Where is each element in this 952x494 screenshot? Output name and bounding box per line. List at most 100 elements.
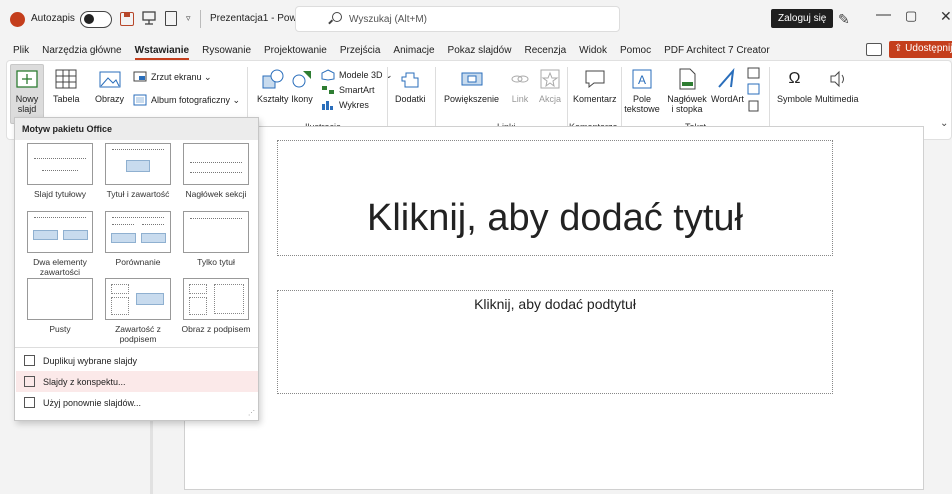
symbols-button[interactable]: Ω Symbole: [777, 67, 812, 104]
zoom-button[interactable]: Powiększenie: [444, 67, 499, 104]
menu-divider: [15, 347, 258, 348]
close-icon[interactable]: ✕: [940, 8, 952, 25]
comment-button[interactable]: Komentarz: [573, 67, 617, 104]
tab-design[interactable]: Projektowanie: [264, 45, 327, 56]
chart-label: Wykres: [339, 100, 369, 110]
restore-icon[interactable]: ▢: [905, 8, 917, 24]
menu-item-reuse-slides[interactable]: Użyj ponownie slajdów...: [16, 392, 258, 413]
tab-transitions[interactable]: Przejścia: [340, 45, 381, 56]
layout-title-slide[interactable]: Slajd tytułowy: [20, 143, 100, 199]
photo-album-button[interactable]: Album fotograficzny ⌄: [133, 94, 240, 106]
tab-draw[interactable]: Rysowanie: [202, 45, 251, 56]
shapes-button[interactable]: Kształty: [257, 67, 289, 104]
tab-review[interactable]: Recenzja: [524, 45, 566, 56]
tab-home[interactable]: Narzędzia główne: [42, 45, 122, 56]
divider: [200, 10, 201, 28]
wordart-label: WordArt: [711, 94, 744, 104]
share-button[interactable]: ⇪ Udostępnij: [889, 41, 952, 58]
layout-thumbnail: [105, 278, 171, 320]
layout-two-content[interactable]: Dwa elementy zawartości: [20, 211, 100, 277]
comments-icon[interactable]: [866, 43, 882, 56]
zoom-icon: [459, 67, 485, 91]
wordart-button[interactable]: WordArt: [711, 67, 744, 104]
layout-section-header[interactable]: Nagłówek sekcji: [176, 143, 256, 199]
chart-icon: [321, 99, 335, 111]
tab-help[interactable]: Pomoc: [620, 45, 651, 56]
header-footer-icon: [674, 67, 700, 91]
new-file-icon[interactable]: [165, 11, 177, 26]
subtitle-placeholder[interactable]: Kliknij, aby dodać podtytuł: [277, 290, 833, 394]
action-button[interactable]: Akcja: [537, 67, 563, 104]
textbox-button[interactable]: A Pole tekstowe: [624, 67, 660, 114]
layout-comparison[interactable]: Porównanie: [98, 211, 178, 267]
screenshot-icon: [133, 71, 147, 83]
save-icon[interactable]: [120, 12, 134, 26]
resize-grip-icon[interactable]: ⋰: [248, 409, 255, 417]
tab-insert[interactable]: Wstawianie: [134, 45, 190, 60]
screenshot-button[interactable]: Zrzut ekranu ⌄: [133, 71, 212, 83]
table-icon: [53, 67, 79, 91]
tab-pdf-architect[interactable]: PDF Architect 7 Creator: [664, 45, 770, 56]
3d-models-label: Modele 3D: [339, 70, 383, 80]
icons-icon: [289, 67, 315, 91]
search-input[interactable]: Wyszukaj (Alt+M): [295, 6, 620, 32]
tab-slideshow[interactable]: Pokaz slajdów: [448, 45, 512, 56]
comment-label: Komentarz: [573, 94, 617, 104]
layout-title-content[interactable]: Tytuł i zawartość: [98, 143, 178, 199]
layout-picture-caption[interactable]: Obraz z podpisem: [176, 278, 256, 334]
title-bar: Autozapis ▿ Prezentacja1 - PowerPoint Wy…: [0, 0, 952, 40]
image-icon: [97, 67, 123, 91]
new-slide-label: Nowy slajd: [15, 94, 39, 114]
sign-in-button[interactable]: Zaloguj się: [771, 9, 834, 28]
menu-item-duplicate-slides[interactable]: Duplikuj wybrane slajdy: [16, 350, 258, 371]
subtitle-placeholder-text: Kliknij, aby dodać podtytuł: [474, 296, 636, 312]
shapes-label: Kształty: [257, 94, 289, 104]
zoom-label: Powiększenie: [444, 94, 500, 104]
new-slide-icon: [14, 67, 40, 91]
link-icon: [507, 67, 533, 91]
action-label: Akcja: [538, 94, 561, 104]
pen-icon[interactable]: ✎: [838, 11, 850, 28]
collapse-ribbon-chevron-icon[interactable]: ⌄: [940, 118, 948, 129]
slide-number-icon[interactable]: [747, 83, 765, 95]
title-placeholder[interactable]: Kliknij, aby dodać tytuł: [277, 140, 833, 256]
textbox-icon: A: [629, 67, 655, 91]
menu-item-label: Slajdy z konspektu...: [43, 376, 126, 387]
wordart-icon: [714, 67, 740, 91]
images-button[interactable]: Obrazy: [95, 67, 124, 104]
date-time-icon[interactable]: [747, 67, 765, 79]
share-label: Udostępnij: [905, 43, 952, 54]
new-slide-button[interactable]: Nowy slajd: [13, 67, 41, 114]
3d-models-button[interactable]: Modele 3D ⌄: [321, 69, 393, 81]
duplicate-slides-icon: [24, 355, 35, 366]
present-from-start-icon[interactable]: [142, 11, 156, 25]
tab-view[interactable]: Widok: [579, 45, 607, 56]
images-label: Obrazy: [95, 94, 125, 104]
layout-blank[interactable]: Pusty: [20, 278, 100, 334]
layout-label: Slajd tytułowy: [34, 189, 86, 199]
symbols-label: Symbole: [777, 94, 813, 104]
multimedia-button[interactable]: Multimedia: [815, 67, 859, 104]
smartart-icon: [321, 84, 335, 96]
autosave-toggle[interactable]: [80, 11, 112, 28]
svg-text:A: A: [638, 73, 646, 87]
customize-toolbar-chevron-icon[interactable]: ▿: [186, 13, 191, 24]
tab-file[interactable]: Plik: [13, 45, 29, 56]
link-button[interactable]: Link: [507, 67, 533, 104]
addins-label: Dodatki: [395, 94, 426, 104]
chart-button[interactable]: Wykres: [321, 99, 369, 111]
table-button[interactable]: Tabela: [53, 67, 80, 104]
minimize-icon[interactable]: —: [876, 6, 891, 23]
layout-content-caption[interactable]: Zawartość z podpisem: [98, 278, 178, 344]
layout-label: Zawartość z podpisem: [115, 324, 161, 344]
header-footer-button[interactable]: Nagłówek i stopka: [665, 67, 709, 114]
smartart-button[interactable]: SmartArt: [321, 84, 375, 96]
addins-button[interactable]: Dodatki: [395, 67, 426, 104]
tab-animations[interactable]: Animacje: [393, 45, 434, 56]
layout-title-only[interactable]: Tylko tytuł: [176, 211, 256, 267]
menu-item-slides-from-outline[interactable]: Slajdy z konspektu...: [16, 371, 258, 392]
icons-button[interactable]: Ikony: [289, 67, 315, 104]
object-icon[interactable]: [747, 100, 765, 112]
layout-thumbnail: [27, 278, 93, 320]
powerpoint-logo-icon: [10, 12, 25, 27]
